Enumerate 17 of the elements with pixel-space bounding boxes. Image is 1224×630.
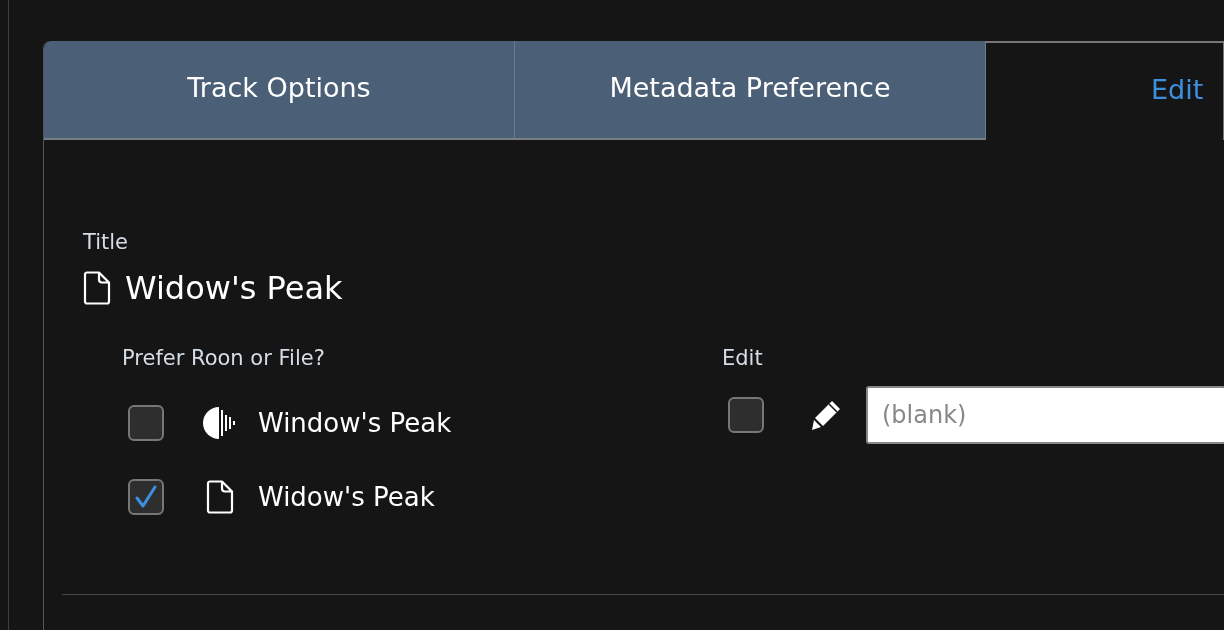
tab[interactable]: Metadata Preference — [515, 41, 986, 140]
option-label: Widow's Peak — [258, 482, 435, 512]
checkbox[interactable] — [128, 405, 164, 441]
file-icon — [83, 271, 111, 305]
tab[interactable]: Track Options — [44, 41, 515, 140]
checkbox[interactable] — [128, 479, 164, 515]
checkbox[interactable] — [728, 397, 764, 433]
title-value: Widow's Peak — [125, 269, 343, 307]
field-label: Title — [83, 229, 128, 256]
tab[interactable]: Edit — [986, 41, 1224, 140]
column-heading: Edit — [722, 345, 763, 372]
input-field[interactable]: (blank) — [866, 386, 1224, 444]
file-icon — [206, 480, 234, 514]
waveform-icon — [203, 406, 237, 440]
column-heading: Prefer Roon or File? — [122, 345, 325, 372]
pencil-icon[interactable] — [810, 399, 842, 431]
option-label: Window's Peak — [258, 408, 452, 438]
